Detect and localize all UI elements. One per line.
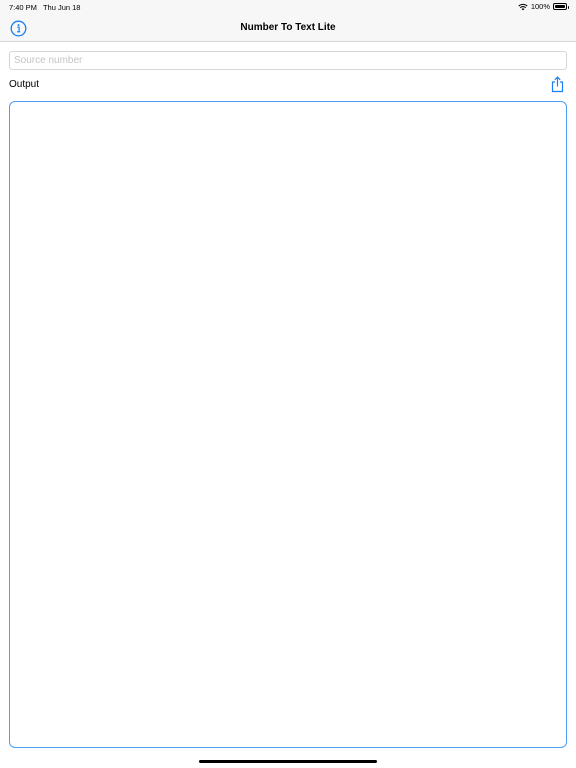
home-indicator[interactable] [199, 760, 377, 763]
output-label: Output [9, 79, 40, 90]
status-left: 7:40 PM Thu Jun 18 [9, 3, 80, 12]
status-date: Thu Jun 18 [42, 3, 81, 12]
status-time: 7:40 PM [9, 3, 37, 12]
battery-level [555, 5, 565, 8]
navigation-bar: Number To Text Lite [0, 14, 576, 42]
battery-cap [567, 5, 569, 9]
status-bar: 7:40 PM Thu Jun 18 100% [0, 0, 576, 14]
page-title: Number To Text Lite [240, 22, 336, 33]
battery-icon [553, 3, 569, 10]
wifi-icon [518, 3, 528, 10]
app-window: 7:40 PM Thu Jun 18 100% Number To Text L… [0, 0, 576, 768]
status-right: 100% [518, 2, 569, 11]
source-number-input[interactable] [9, 51, 567, 70]
share-icon[interactable] [550, 76, 565, 93]
output-text-area[interactable] [9, 101, 567, 748]
battery-percent: 100% [530, 2, 550, 11]
